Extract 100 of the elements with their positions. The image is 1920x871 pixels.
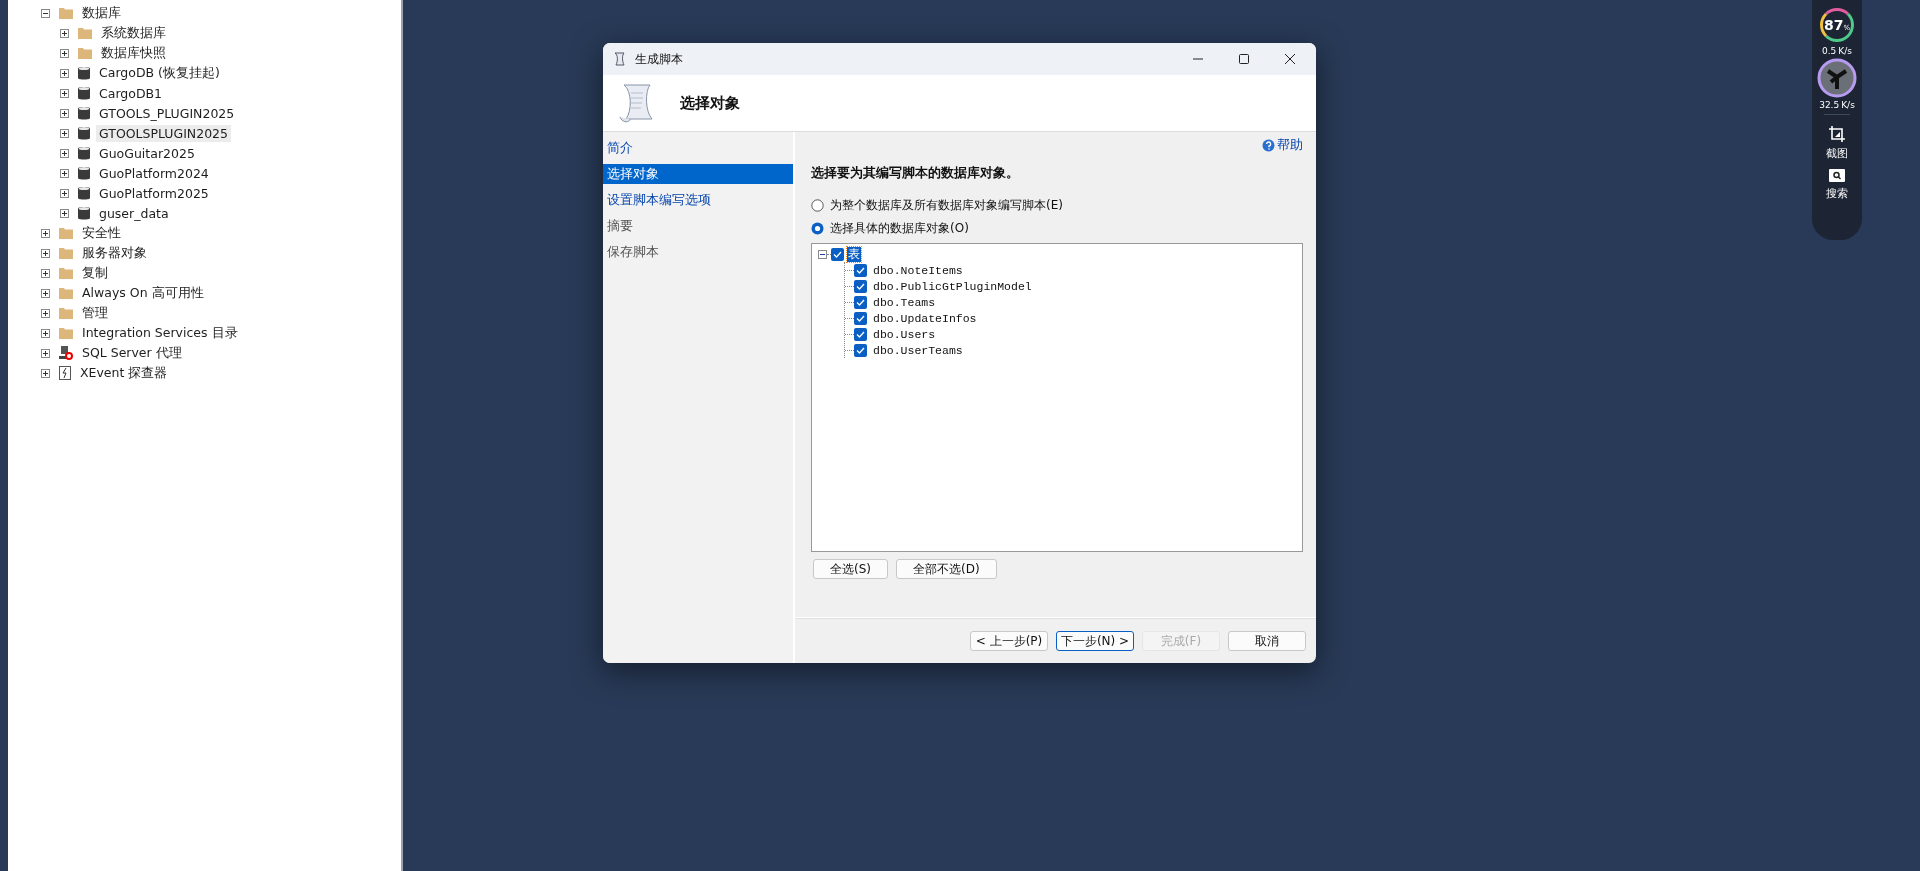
tree-item[interactable]: guser_data	[96, 204, 172, 222]
server-agent-icon	[59, 346, 73, 360]
folder-icon	[59, 7, 73, 19]
expand-toggle[interactable]	[60, 68, 69, 78]
page-title: 选择对象	[680, 93, 740, 113]
tree-item[interactable]: Always On 高可用性	[79, 283, 207, 303]
expand-toggle[interactable]	[60, 208, 69, 218]
crop-icon	[1828, 125, 1846, 143]
tree-item[interactable]: GTOOLS_PLUGIN2025	[96, 104, 238, 122]
folder-icon	[59, 307, 73, 319]
checkbox[interactable]	[854, 263, 867, 277]
download-reading: 32.5	[1819, 100, 1840, 110]
tree-item[interactable]: dbo.PublicGtPluginModel	[873, 279, 1032, 293]
help-link[interactable]: 帮助	[1262, 135, 1303, 155]
tree-item[interactable]: GuoPlatform2024	[96, 164, 212, 182]
help-icon	[1262, 138, 1275, 152]
expand-toggle[interactable]	[818, 249, 827, 259]
tree-item[interactable]: Integration Services 目录	[79, 323, 241, 343]
database-icon	[78, 86, 90, 100]
speed-unit: K/s	[1841, 100, 1855, 110]
database-icon	[78, 146, 90, 160]
select-button[interactable]: 全部不选(D)	[896, 559, 997, 579]
checkbox[interactable]	[831, 247, 844, 261]
tree-item[interactable]: 安全性	[79, 223, 124, 243]
folder-icon	[59, 247, 73, 259]
tree-item[interactable]: 表	[847, 246, 861, 262]
folder-icon	[78, 27, 92, 39]
instruction-text: 选择要为其编写脚本的数据库对象。	[811, 165, 1020, 182]
wizard-button[interactable]: 取消	[1228, 631, 1306, 651]
tree-item[interactable]: GuoGuitar2025	[96, 144, 198, 162]
cpu-reading: 87	[1823, 17, 1844, 33]
tree-item[interactable]: 数据库	[79, 3, 124, 23]
close-icon[interactable]	[1284, 53, 1296, 65]
checkbox[interactable]	[854, 327, 867, 341]
upload-reading: 0.5	[1822, 46, 1837, 56]
tree-item[interactable]: dbo.UserTeams	[873, 343, 963, 357]
tree-item[interactable]: dbo.NoteItems	[873, 263, 963, 277]
tree-item[interactable]: GTOOLSPLUGIN2025	[96, 124, 232, 142]
wizard-button[interactable]: < 上一步(P)	[970, 631, 1048, 651]
nav-link[interactable]: 设置脚本编写选项	[603, 190, 793, 210]
checkbox[interactable]	[854, 279, 867, 293]
expand-toggle[interactable]	[60, 88, 69, 98]
nav-link[interactable]: 选择对象	[603, 164, 793, 184]
expand-toggle[interactable]	[41, 248, 50, 258]
expand-toggle[interactable]	[60, 148, 69, 158]
expand-toggle[interactable]	[60, 28, 69, 38]
radio-label[interactable]: 选择具体的数据库对象(O)	[830, 220, 969, 237]
expand-toggle[interactable]	[60, 128, 69, 138]
expand-toggle[interactable]	[41, 268, 50, 278]
tree-item[interactable]: dbo.Users	[873, 327, 936, 341]
database-icon	[78, 66, 90, 80]
tree-item[interactable]: 服务器对象	[79, 243, 150, 263]
database-icon	[78, 106, 90, 120]
tree-item[interactable]: dbo.UpdateInfos	[873, 311, 977, 325]
expand-toggle[interactable]	[41, 368, 50, 378]
folder-icon	[59, 287, 73, 299]
expand-toggle[interactable]	[60, 48, 69, 58]
tree-item[interactable]: 复制	[79, 263, 111, 283]
window-title: 生成脚本	[635, 50, 683, 68]
expand-toggle[interactable]	[41, 288, 50, 298]
expand-toggle[interactable]	[41, 328, 50, 338]
radio-button[interactable]	[811, 199, 824, 212]
folder-icon	[59, 327, 73, 339]
database-icon	[78, 126, 90, 140]
tree-item[interactable]: SQL Server 代理	[79, 343, 185, 363]
tree-item[interactable]: 管理	[79, 303, 111, 323]
tree-item[interactable]: CargoDB (恢复挂起)	[96, 63, 223, 83]
expand-toggle[interactable]	[41, 228, 50, 238]
database-icon	[78, 206, 90, 220]
checkbox[interactable]	[854, 311, 867, 325]
radio-label[interactable]: 为整个数据库及所有数据库对象编写脚本(E)	[830, 197, 1063, 214]
tree-item[interactable]: dbo.Teams	[873, 295, 936, 309]
expand-toggle[interactable]	[41, 308, 50, 318]
tree-item[interactable]: XEvent 探查器	[77, 363, 171, 383]
tree-item[interactable]: GuoPlatform2025	[96, 184, 212, 202]
tree-item[interactable]: CargoDB1	[96, 84, 166, 102]
event-profiler-icon	[59, 366, 71, 380]
tree-item[interactable]: 系统数据库	[98, 23, 169, 43]
checkbox[interactable]	[854, 295, 867, 309]
database-icon	[78, 186, 90, 200]
checkbox[interactable]	[854, 343, 867, 357]
expand-toggle[interactable]	[41, 8, 50, 18]
wizard-button[interactable]: 下一步(N) >	[1056, 631, 1134, 651]
speed-unit: K/s	[1838, 46, 1852, 56]
widget-tool-button[interactable]: 搜索	[1826, 167, 1848, 201]
search-icon	[1828, 167, 1846, 183]
expand-toggle[interactable]	[60, 108, 69, 118]
tree-item[interactable]: 数据库快照	[98, 43, 169, 63]
nav-link[interactable]: 简介	[603, 138, 793, 158]
folder-icon	[59, 227, 73, 239]
select-button[interactable]: 全选(S)	[813, 559, 888, 579]
maximize-icon[interactable]	[1238, 53, 1250, 65]
expand-toggle[interactable]	[60, 168, 69, 178]
expand-toggle[interactable]	[60, 188, 69, 198]
logo-icon	[1817, 58, 1857, 98]
widget-tool-button[interactable]: 截图	[1826, 125, 1848, 161]
scroll-icon	[612, 51, 628, 67]
radio-button[interactable]	[811, 222, 824, 235]
folder-icon	[78, 47, 92, 59]
expand-toggle[interactable]	[41, 348, 50, 358]
